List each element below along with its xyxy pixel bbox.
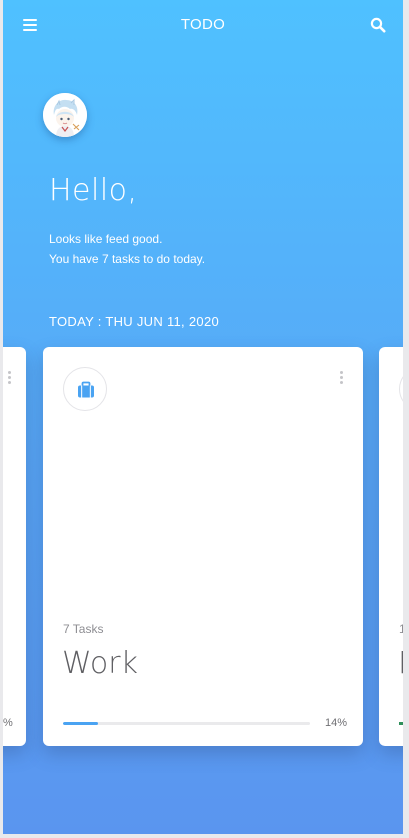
- more-options-icon[interactable]: [7, 371, 13, 387]
- category-card-previous[interactable]: %: [3, 347, 26, 746]
- briefcase-icon: [78, 381, 94, 398]
- tasks-summary-text: You have 7 tasks to do today.: [49, 252, 206, 266]
- category-task-count: 7 Tasks: [63, 622, 104, 636]
- app-title: TODO: [180, 16, 226, 33]
- category-task-count: 1: [399, 622, 403, 636]
- category-progress-bar: [399, 722, 403, 725]
- today-date-label: TODAY : THU JUN 11, 2020: [49, 314, 220, 329]
- category-icon-container: [399, 367, 403, 411]
- category-progress-fill: [63, 722, 98, 725]
- category-name: Work: [62, 646, 138, 681]
- more-options-icon[interactable]: [339, 371, 345, 387]
- category-card-work[interactable]: 7 Tasks Work 14%: [43, 347, 363, 746]
- category-progress-label: 14%: [324, 717, 347, 729]
- category-progress-fill: [399, 722, 403, 725]
- category-progress-bar: [63, 722, 310, 725]
- user-avatar[interactable]: [43, 93, 87, 137]
- category-progress-label: %: [3, 717, 13, 729]
- app-screen: TODO Hello, Looks like feed good. You ha…: [3, 0, 403, 834]
- greeting-subtext: Looks like feed good.: [49, 232, 163, 246]
- top-bar: TODO: [3, 0, 403, 52]
- search-icon[interactable]: [370, 17, 386, 33]
- category-icon-container: [63, 367, 107, 411]
- category-name: H: [398, 646, 403, 681]
- category-card-next[interactable]: 1 H: [379, 347, 403, 746]
- greeting-title: Hello,: [49, 173, 138, 208]
